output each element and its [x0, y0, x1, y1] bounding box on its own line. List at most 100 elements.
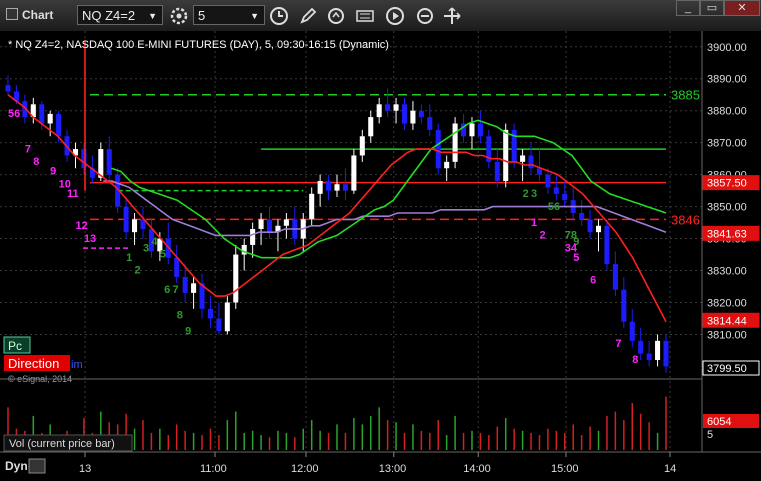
candle-body	[174, 257, 180, 277]
time-tick-label: 13	[79, 463, 91, 475]
volume-study-label: Vol (current price bar)	[9, 438, 115, 450]
candle-body	[368, 117, 374, 137]
candle-body	[266, 219, 273, 233]
play-icon[interactable]	[384, 5, 406, 27]
price-tick-label: 3870.00	[707, 138, 747, 150]
time-tick-label: 13:00	[379, 463, 407, 475]
candle-body	[385, 104, 391, 111]
count-label: 9	[185, 325, 191, 337]
candle-body	[536, 168, 542, 175]
price-tick-label: 3810.00	[707, 329, 747, 341]
count-label: 1	[531, 217, 537, 229]
candle-body	[629, 321, 635, 341]
move-crosshair-icon[interactable]	[441, 5, 463, 27]
window-title: Chart	[22, 8, 54, 22]
count-label: 8	[177, 309, 183, 321]
candle-body	[309, 193, 315, 220]
time-tick-label: 11:00	[200, 463, 227, 475]
pencil-icon[interactable]	[297, 5, 319, 27]
count-label: 7	[615, 338, 621, 350]
candle-body	[604, 225, 610, 265]
green-level-tag: 3885	[671, 88, 700, 103]
count-label: 6	[164, 284, 170, 296]
candle-body	[317, 181, 323, 194]
candle-body	[621, 289, 627, 322]
settings-gear-icon[interactable]	[168, 5, 190, 27]
pc-label: Pc	[8, 339, 22, 353]
chevron-down-icon[interactable]: ▼	[148, 6, 157, 26]
count-label: 5	[573, 252, 579, 264]
candle-body	[207, 308, 213, 319]
restore-button[interactable]: ▭	[700, 0, 724, 16]
formula-icon[interactable]	[354, 5, 376, 27]
candle-body	[595, 225, 602, 233]
count-label: 8	[632, 354, 638, 366]
candle-body	[283, 219, 289, 226]
count-label: 3	[531, 188, 537, 200]
time-tick-label: 14:00	[463, 463, 491, 475]
candle-body	[655, 340, 661, 361]
candle-body	[47, 113, 53, 124]
chevron-down-icon[interactable]: ▼	[250, 6, 259, 26]
copyright: © eSignal, 2014	[8, 374, 72, 384]
chart-window-icon	[6, 8, 18, 20]
price-tick-label: 3890.00	[707, 74, 747, 86]
candle-body	[39, 104, 45, 124]
minimize-button[interactable]: _	[676, 0, 700, 16]
candle-body	[106, 149, 112, 175]
candle-body	[258, 219, 264, 229]
candle-body	[191, 283, 197, 293]
close-button[interactable]: ✕	[724, 0, 760, 16]
count-label: 5	[160, 249, 166, 261]
candle-body	[494, 161, 500, 182]
candle-body	[123, 206, 129, 233]
price-tick-label: 3850.00	[707, 202, 747, 214]
count-label: 56	[548, 201, 560, 213]
candle-body	[410, 110, 416, 124]
candle-body	[477, 123, 483, 137]
count-label: 13	[84, 233, 96, 245]
symbol-input[interactable]: NQ Z4=2 ▼	[77, 5, 163, 25]
candle-body	[342, 184, 348, 191]
candle-body	[376, 104, 382, 118]
dyn-label[interactable]: Dyn	[5, 459, 28, 473]
symbol-value: NQ Z4=2	[82, 8, 136, 23]
last-price-tag: 3799.50	[707, 363, 747, 375]
clock-icon[interactable]	[268, 5, 290, 27]
candle-body	[5, 85, 11, 92]
red-ma-price-tag: 3857.50	[707, 178, 747, 190]
price-tick-label: 3830.00	[707, 266, 747, 278]
count-label: 7	[25, 143, 31, 155]
count-label: 56	[8, 108, 20, 120]
candle-body	[418, 110, 424, 118]
volume-tag: 6054	[707, 416, 731, 428]
count-label: 12	[75, 220, 87, 232]
direction-label: Direction	[8, 356, 59, 371]
interval-input[interactable]: 5 ▼	[193, 5, 265, 25]
fast-ma-price-tag: 3841.63	[707, 228, 747, 240]
volume-tick-label: 5	[707, 429, 713, 441]
candle-body	[545, 174, 551, 188]
count-label: 9	[50, 166, 56, 178]
candle-body	[250, 228, 256, 245]
time-tick-label: 14	[664, 463, 676, 475]
link-icon[interactable]	[414, 5, 436, 27]
price-tick-label: 3900.00	[707, 42, 747, 54]
candle-body	[528, 155, 534, 169]
magnifier-icon[interactable]	[28, 458, 46, 474]
candle-body	[224, 302, 230, 332]
candle-body	[435, 129, 441, 169]
candle-body	[646, 353, 652, 361]
count-label: 6	[590, 274, 596, 286]
candle-body	[469, 123, 475, 137]
candle-body	[351, 155, 357, 191]
direction-suffix: im	[71, 359, 83, 371]
count-label: 8	[33, 156, 39, 168]
refresh-cycle-icon[interactable]	[325, 5, 347, 27]
candle-body	[553, 187, 559, 194]
candle-body	[401, 104, 408, 124]
chart-area[interactable]: 5678910111213123456 7892 35612 789345678 39…	[0, 31, 761, 481]
candle-body	[562, 193, 568, 201]
candle-body	[663, 340, 669, 367]
price-tick-label: 3880.00	[707, 106, 747, 118]
